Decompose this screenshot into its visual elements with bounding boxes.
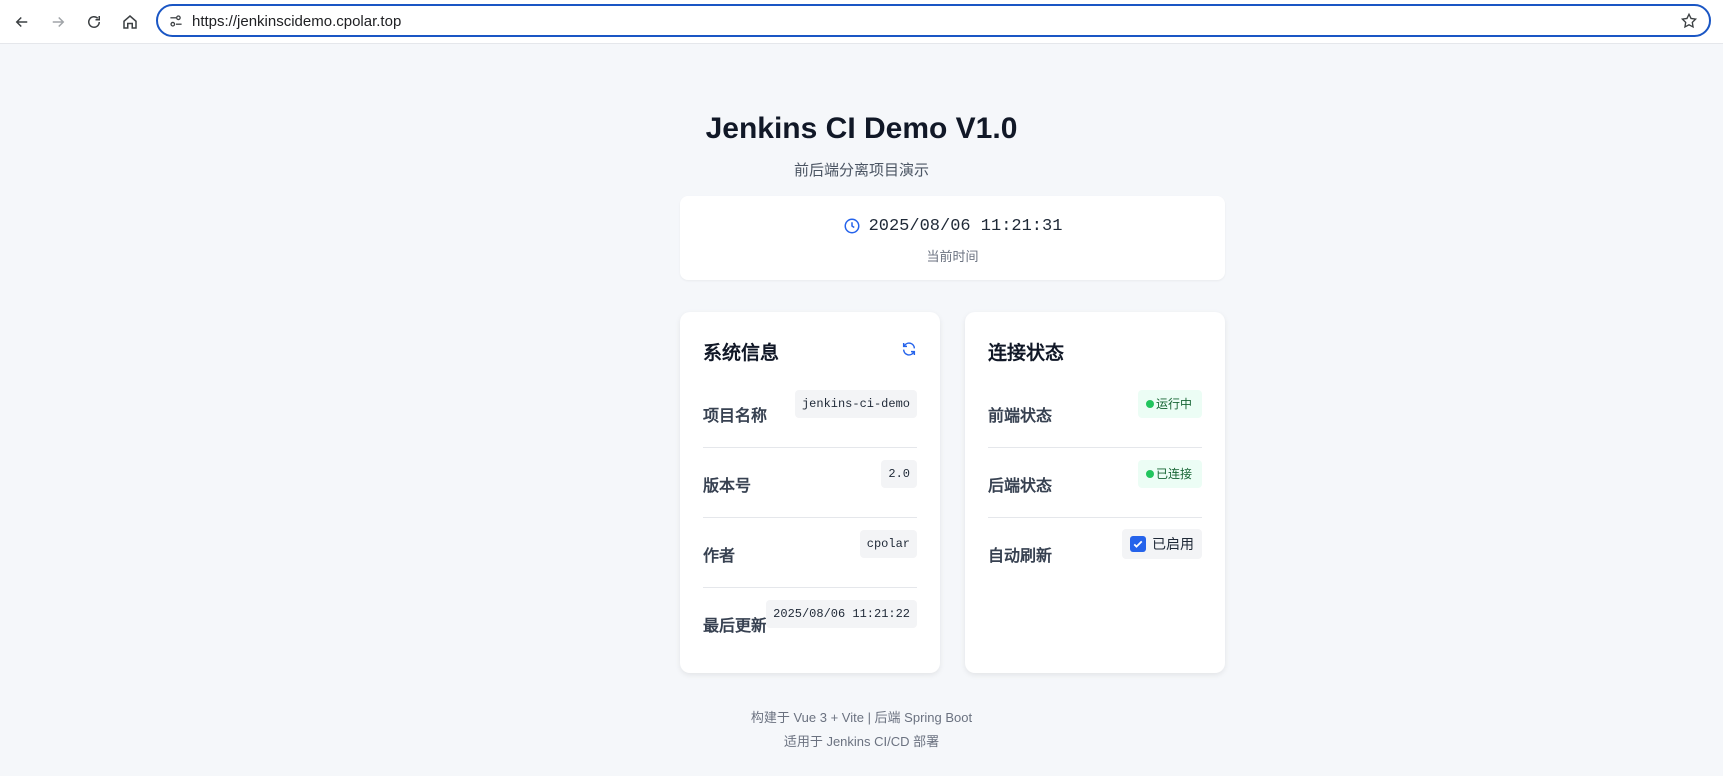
page-content: Jenkins CI Demo V1.0 前后端分离项目演示 2025/08/0… xyxy=(0,44,1723,776)
info-row-project-name: 项目名称 jenkins-ci-demo xyxy=(703,378,917,448)
status-label: 前端状态 xyxy=(988,408,1053,425)
status-label: 后端状态 xyxy=(988,478,1053,495)
current-time-label: 当前时间 xyxy=(926,249,979,264)
status-row-backend: 后端状态 已连接 xyxy=(988,448,1202,518)
backend-status-badge: 已连接 xyxy=(1137,460,1202,488)
checkmark-icon xyxy=(1133,540,1143,548)
current-time: 2025/08/06 11:21:31 xyxy=(868,216,1063,236)
status-row-frontend: 前端状态 运行中 xyxy=(988,378,1202,448)
info-value: 2.0 xyxy=(881,460,917,488)
address-bar[interactable]: https://jenkinscidemo.cpolar.top xyxy=(156,4,1711,37)
status-dot xyxy=(1145,470,1154,478)
info-label: 作者 xyxy=(703,548,736,565)
info-value: cpolar xyxy=(859,530,917,558)
browser-toolbar: https://jenkinscidemo.cpolar.top xyxy=(0,0,1723,44)
info-row-version: 版本号 2.0 xyxy=(703,448,917,518)
footer-tech-stack: 构建于 Vue 3 + Vite | 后端 Spring Boot xyxy=(750,710,973,725)
info-value: jenkins-ci-demo xyxy=(794,390,917,418)
bookmark-star-icon[interactable] xyxy=(1679,11,1699,31)
forward-button[interactable] xyxy=(42,6,74,38)
clock-icon xyxy=(844,218,860,234)
clock-card: 2025/08/06 11:21:31 当前时间 xyxy=(680,196,1225,280)
reload-button[interactable] xyxy=(78,6,110,38)
back-icon xyxy=(15,16,28,28)
refresh-icon xyxy=(902,342,916,356)
auto-refresh-status-text: 已启用 xyxy=(1152,536,1194,552)
status-label: 自动刷新 xyxy=(988,548,1053,565)
connection-status-title: 连接状态 xyxy=(988,343,1065,364)
page-title: Jenkins CI Demo V1.0 xyxy=(705,112,1018,145)
system-info-card: 系统信息 项目名称 jenkins-ci-demo 版本号 2.0 作者 cpo… xyxy=(680,312,940,673)
site-info-icon[interactable] xyxy=(166,11,186,31)
auto-refresh-checkbox[interactable] xyxy=(1130,536,1146,552)
reload-icon xyxy=(88,16,100,28)
clock-row: 2025/08/06 11:21:31 xyxy=(680,214,1225,238)
back-button[interactable] xyxy=(6,6,38,38)
frontend-status-text: 运行中 xyxy=(1155,397,1192,411)
info-label: 最后更新 xyxy=(703,618,768,635)
forward-icon xyxy=(52,16,65,28)
status-row-auto-refresh: 自动刷新 已启用 xyxy=(988,518,1202,588)
backend-status-text: 已连接 xyxy=(1155,467,1192,481)
footer-deploy-note: 适用于 Jenkins CI/CD 部署 xyxy=(783,734,940,749)
refresh-button[interactable] xyxy=(900,340,918,358)
url-text[interactable]: https://jenkinscidemo.cpolar.top xyxy=(192,12,1592,32)
system-info-title: 系统信息 xyxy=(703,343,780,364)
page-subtitle: 前后端分离项目演示 xyxy=(793,162,929,179)
info-label: 版本号 xyxy=(703,478,752,495)
info-row-last-updated: 最后更新 2025/08/06 11:21:22 xyxy=(703,588,917,658)
info-label: 项目名称 xyxy=(703,408,768,425)
status-dot xyxy=(1145,400,1154,408)
home-icon xyxy=(123,15,137,29)
home-button[interactable] xyxy=(114,6,146,38)
auto-refresh-toggle[interactable]: 已启用 xyxy=(1122,529,1202,559)
connection-status-card: 连接状态 前端状态 运行中 后端状态 已连接 自动刷新 已启用 xyxy=(965,312,1225,673)
info-value: 2025/08/06 11:21:22 xyxy=(766,600,917,628)
frontend-status-badge: 运行中 xyxy=(1137,390,1202,418)
info-row-author: 作者 cpolar xyxy=(703,518,917,588)
